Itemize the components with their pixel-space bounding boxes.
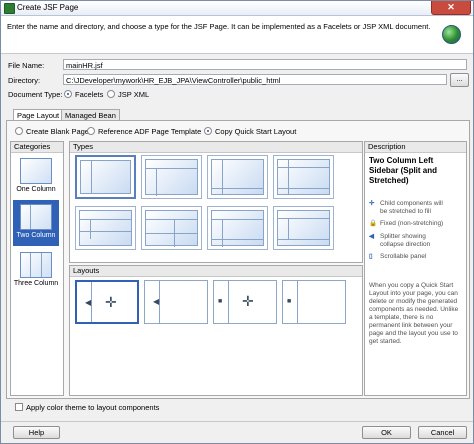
facelets-label: Facelets [75, 90, 104, 99]
title-bar: Create JSF Page ✕ [1, 1, 473, 16]
layout-split-stretched-tile[interactable]: ◀ ✛ [75, 280, 139, 324]
categories-header: Categories [11, 142, 63, 153]
layout-fixed-stretched-tile[interactable]: ■ ✛ [213, 280, 277, 324]
layouts-header: Layouts [70, 266, 362, 277]
help-button[interactable]: Help [13, 426, 60, 439]
close-button[interactable]: ✕ [431, 1, 471, 15]
document-type-label: Document Type: [8, 90, 63, 99]
fixed-icon: 🔒 [369, 220, 378, 227]
jsp-xml-label: JSP XML [118, 90, 150, 99]
jsp-xml-radio[interactable] [107, 90, 115, 98]
jdeveloper-app-icon [4, 3, 15, 14]
three-column-icon [20, 252, 52, 278]
directory-label: Directory: [8, 76, 41, 85]
copy-quick-start-radio[interactable] [204, 127, 212, 135]
layout-description-body: When you copy a Quick Start Layout into … [369, 282, 459, 345]
stretch-icon: ✛ [369, 200, 375, 207]
facelets-radio[interactable] [64, 90, 72, 98]
cancel-button[interactable]: Cancel [418, 426, 467, 439]
type-split-tile[interactable] [207, 206, 268, 250]
legend-stretch: ✛ Child components will be stretched to f… [369, 200, 443, 215]
types-header: Types [70, 142, 362, 153]
splitter-collapse-icon: ◀ [85, 298, 92, 307]
apply-color-theme-label: Apply color theme to layout components [26, 403, 160, 412]
category-two-column[interactable]: Two Column [13, 200, 59, 246]
layout-split-scroll-tile[interactable]: ◀ [144, 280, 208, 324]
description-header: Description [365, 142, 466, 153]
layout-description-title: Two Column Left Sidebar (Split and Stret… [369, 156, 438, 185]
copy-quick-start-label: Copy Quick Start Layout [215, 127, 297, 136]
page-layout-panel: Create Blank Page Reference ADF Page Tem… [6, 120, 470, 399]
type-banded-tile[interactable] [141, 206, 202, 250]
layout-fixed-scroll-tile[interactable]: ■ [282, 280, 346, 324]
create-blank-page-label: Create Blank Page [26, 127, 89, 136]
legend-fixed: 🔒 Fixed (non-stretching) [369, 220, 444, 227]
type-left-sidebar-header-tile[interactable] [141, 155, 202, 199]
dialog-header: Enter the name and directory, and choose… [1, 16, 473, 54]
type-bordered-tile[interactable] [273, 206, 334, 250]
fixed-icon: ■ [218, 298, 223, 305]
file-name-label: File Name: [8, 61, 45, 70]
category-one-column[interactable]: One Column [13, 154, 59, 198]
window-title: Create JSF Page [17, 3, 79, 12]
reference-template-label: Reference ADF Page Template [98, 127, 202, 136]
type-left-sidebar-tile[interactable] [75, 155, 136, 199]
category-label: One Column [16, 186, 56, 193]
ok-button[interactable]: OK [362, 426, 411, 439]
dialog-footer: Help OK Cancel [1, 421, 473, 443]
splitter-collapse-icon: ◀ [153, 297, 160, 306]
splitter-icon: ◀ [369, 233, 374, 240]
create-blank-page-radio[interactable] [15, 127, 23, 135]
browse-button[interactable]: ... [450, 73, 469, 87]
apply-color-theme-checkbox[interactable] [15, 403, 23, 411]
globe-icon [442, 25, 461, 44]
category-three-column[interactable]: Three Column [13, 248, 59, 294]
stretch-icon: ✛ [242, 293, 254, 309]
category-label: Two Column [16, 232, 56, 239]
layouts-panel: Layouts ◀ ✛ ◀ ■ ✛ ■ [69, 265, 363, 396]
type-grid-tile[interactable] [75, 206, 136, 250]
categories-panel: Categories One Column Two Column Three C… [10, 141, 64, 396]
fixed-icon: ■ [287, 298, 292, 305]
stretch-icon: ✛ [105, 294, 117, 310]
type-left-sidebar-header-footer-tile[interactable] [273, 155, 334, 199]
file-name-input[interactable]: mainHR.jsf [63, 59, 467, 70]
two-column-icon [20, 204, 52, 230]
one-column-icon [20, 158, 52, 184]
reference-template-radio[interactable] [87, 127, 95, 135]
create-jsf-page-dialog: Create JSF Page ✕ Enter the name and dir… [0, 0, 474, 444]
description-panel: Description Two Column Left Sidebar (Spl… [364, 141, 467, 396]
header-description: Enter the name and directory, and choose… [7, 22, 431, 31]
legend-splitter: ◀ Splitter showing collapse direction [369, 233, 431, 248]
scrollable-icon: ▯ [369, 253, 373, 260]
category-label: Three Column [13, 280, 59, 287]
types-panel: Types [69, 141, 363, 263]
legend-scrollable: ▯ Scrollable panel [369, 253, 427, 260]
directory-input[interactable]: C:\JDeveloper\mywork\HR_EJB_JPA\ViewCont… [63, 74, 447, 85]
type-left-sidebar-footer-tile[interactable] [207, 155, 268, 199]
